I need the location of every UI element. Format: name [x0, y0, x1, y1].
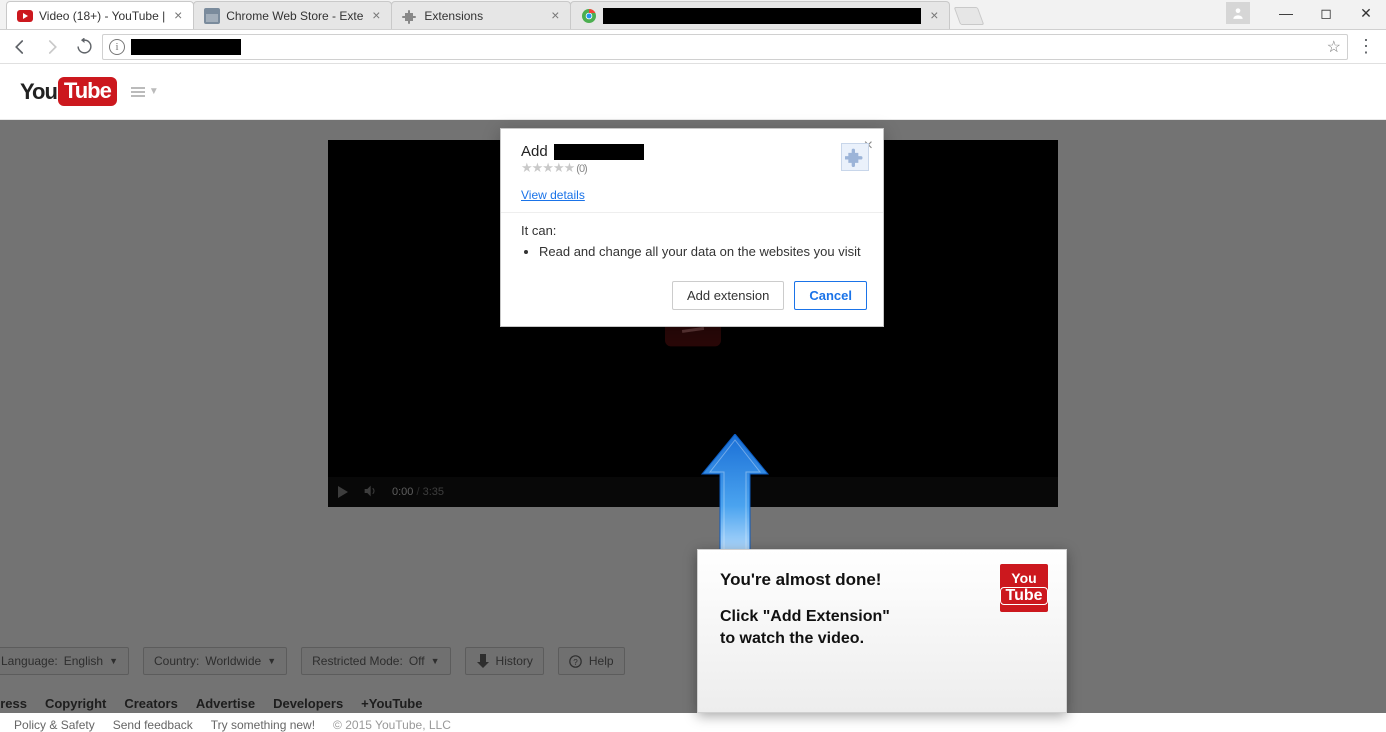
- footer-link[interactable]: Send feedback: [113, 718, 193, 732]
- new-tab-button[interactable]: [954, 7, 985, 25]
- redacted-url: [131, 39, 241, 55]
- webstore-icon: [204, 8, 220, 24]
- tab-webstore[interactable]: Chrome Web Store - Exte ×: [193, 1, 392, 29]
- guide-menu-button[interactable]: ▼: [131, 86, 159, 97]
- instruction-callout: You Tube You're almost done! Click "Add …: [697, 549, 1067, 713]
- chevron-down-icon: ▼: [149, 86, 159, 97]
- browser-menu-button[interactable]: ⋮: [1352, 36, 1380, 57]
- cancel-button[interactable]: Cancel: [794, 281, 867, 310]
- redacted-title: [603, 8, 921, 24]
- minimize-button[interactable]: —: [1272, 2, 1300, 24]
- close-icon[interactable]: ×: [369, 9, 383, 23]
- reload-button[interactable]: [70, 33, 98, 61]
- extension-puzzle-icon: [841, 143, 869, 171]
- review-count: (0): [576, 163, 586, 175]
- close-window-button[interactable]: ✕: [1352, 2, 1380, 24]
- footer-link[interactable]: Policy & Safety: [14, 718, 95, 732]
- rating-stars: ★★★★★(0): [521, 160, 829, 176]
- youtube-logo-icon: You Tube: [1000, 564, 1048, 612]
- browser-titlebar: Video (18+) - YouTube | × Chrome Web Sto…: [0, 0, 1386, 30]
- tab-title: Chrome Web Store - Exte: [226, 9, 363, 23]
- extension-install-dialog: × Add ★★★★★(0) View details It can: Read…: [500, 128, 884, 327]
- tab-redacted[interactable]: ×: [570, 1, 950, 29]
- maximize-button[interactable]: ◻: [1312, 2, 1340, 24]
- page-content: You Tube ▼ 0:00 / 3:35: [0, 64, 1386, 713]
- chrome-icon: [581, 8, 597, 24]
- forward-button: [38, 33, 66, 61]
- footer-link[interactable]: Try something new!: [211, 718, 315, 732]
- callout-heading: You're almost done!: [720, 570, 1044, 590]
- permission-item: Read and change all your data on the web…: [539, 244, 863, 259]
- window-controls: — ◻ ✕: [1226, 2, 1380, 24]
- copyright: © 2015 YouTube, LLC: [333, 718, 451, 732]
- close-icon[interactable]: ×: [171, 9, 185, 23]
- tab-title: Video (18+) - YouTube |: [39, 9, 165, 23]
- puzzle-icon: [402, 8, 418, 24]
- redacted-extension-name: [554, 144, 644, 160]
- back-button[interactable]: [6, 33, 34, 61]
- close-icon[interactable]: ×: [548, 9, 562, 23]
- tab-extensions[interactable]: Extensions ×: [391, 1, 571, 29]
- hamburger-icon: [131, 87, 145, 97]
- logo-tube: Tube: [58, 77, 117, 106]
- permissions-section: It can: Read and change all your data on…: [501, 212, 883, 271]
- browser-toolbar: i ☆ ⋮: [0, 30, 1386, 64]
- site-info-icon[interactable]: i: [109, 39, 125, 55]
- dialog-title: Add: [521, 143, 829, 160]
- callout-text: Click "Add Extension" to watch the video…: [720, 606, 1044, 649]
- add-extension-button[interactable]: Add extension: [672, 281, 784, 310]
- view-details-link[interactable]: View details: [521, 188, 585, 202]
- footer-secondary-links: Terms Privacy Policy & Safety Send feedb…: [0, 718, 1386, 732]
- profile-avatar-icon[interactable]: [1226, 2, 1250, 24]
- tab-youtube[interactable]: Video (18+) - YouTube | ×: [6, 1, 194, 29]
- bookmark-star-icon[interactable]: ☆: [1327, 37, 1341, 57]
- it-can-label: It can:: [521, 223, 863, 238]
- close-icon[interactable]: ×: [927, 9, 941, 23]
- youtube-play-icon: [17, 8, 33, 24]
- tab-title: Extensions: [424, 9, 542, 23]
- logo-you: You: [20, 79, 57, 105]
- youtube-header: You Tube ▼: [0, 64, 1386, 120]
- youtube-logo[interactable]: You Tube: [20, 77, 117, 106]
- address-bar[interactable]: i ☆: [102, 34, 1348, 60]
- tab-strip: Video (18+) - YouTube | × Chrome Web Sto…: [0, 0, 981, 29]
